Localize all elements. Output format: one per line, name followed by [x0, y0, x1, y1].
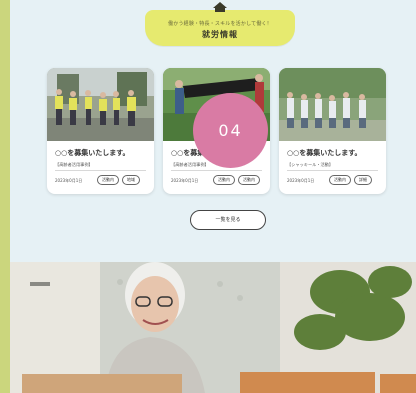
section-title: 就労情報 [202, 30, 238, 39]
card-photo [47, 68, 154, 141]
card-date: 2023年0月1日 [171, 178, 199, 183]
card-date: 2023年0月1日 [55, 178, 83, 183]
card-title: ○○を募集いたします。 [287, 149, 362, 157]
job-card-1[interactable]: ○○を募集いたします。 【高齢者活用事例】 2023年0月1日 活動内 地域 [47, 68, 154, 194]
card-chip[interactable]: 地域 [122, 175, 140, 185]
card-chip[interactable]: 活動内 [213, 175, 235, 185]
card-tag: 【高齢者活用事例】 [55, 162, 93, 167]
card-chip[interactable]: 活動内 [97, 175, 119, 185]
card-chip[interactable]: 詳細 [354, 175, 372, 185]
card-date: 2023年0月1日 [287, 178, 315, 183]
step-number-badge: 04 [193, 93, 268, 168]
card-divider [55, 170, 146, 171]
page: 働かう経験・特長・スキルを活かして働く！ 就労情報 ○○を募集いたします。 【高… [10, 0, 416, 393]
house-icon [213, 2, 227, 12]
left-edge-strip [0, 0, 10, 393]
card-tag: 【高齢者活用事例】 [171, 162, 209, 167]
card-chip[interactable]: 活動内 [329, 175, 351, 185]
section-subtitle: 働かう経験・特長・スキルを活かして働く！ [168, 21, 272, 27]
card-divider [287, 170, 378, 171]
job-card-3[interactable]: ○○を募集いたします。 【シャッキール・活動】 2023年0月1日 活動内 詳細 [279, 68, 386, 194]
card-tag: 【シャッキール・活動】 [287, 162, 334, 167]
card-divider [171, 170, 262, 171]
card-photo [279, 68, 386, 141]
card-title: ○○を募集いたします。 [55, 149, 130, 157]
card-chip[interactable]: 活動内 [238, 175, 260, 185]
view-more-button[interactable]: 一覧を見る [190, 210, 266, 230]
section-heading: 働かう経験・特長・スキルを活かして働く！ 就労情報 [145, 2, 295, 46]
hero-photo [10, 262, 416, 393]
